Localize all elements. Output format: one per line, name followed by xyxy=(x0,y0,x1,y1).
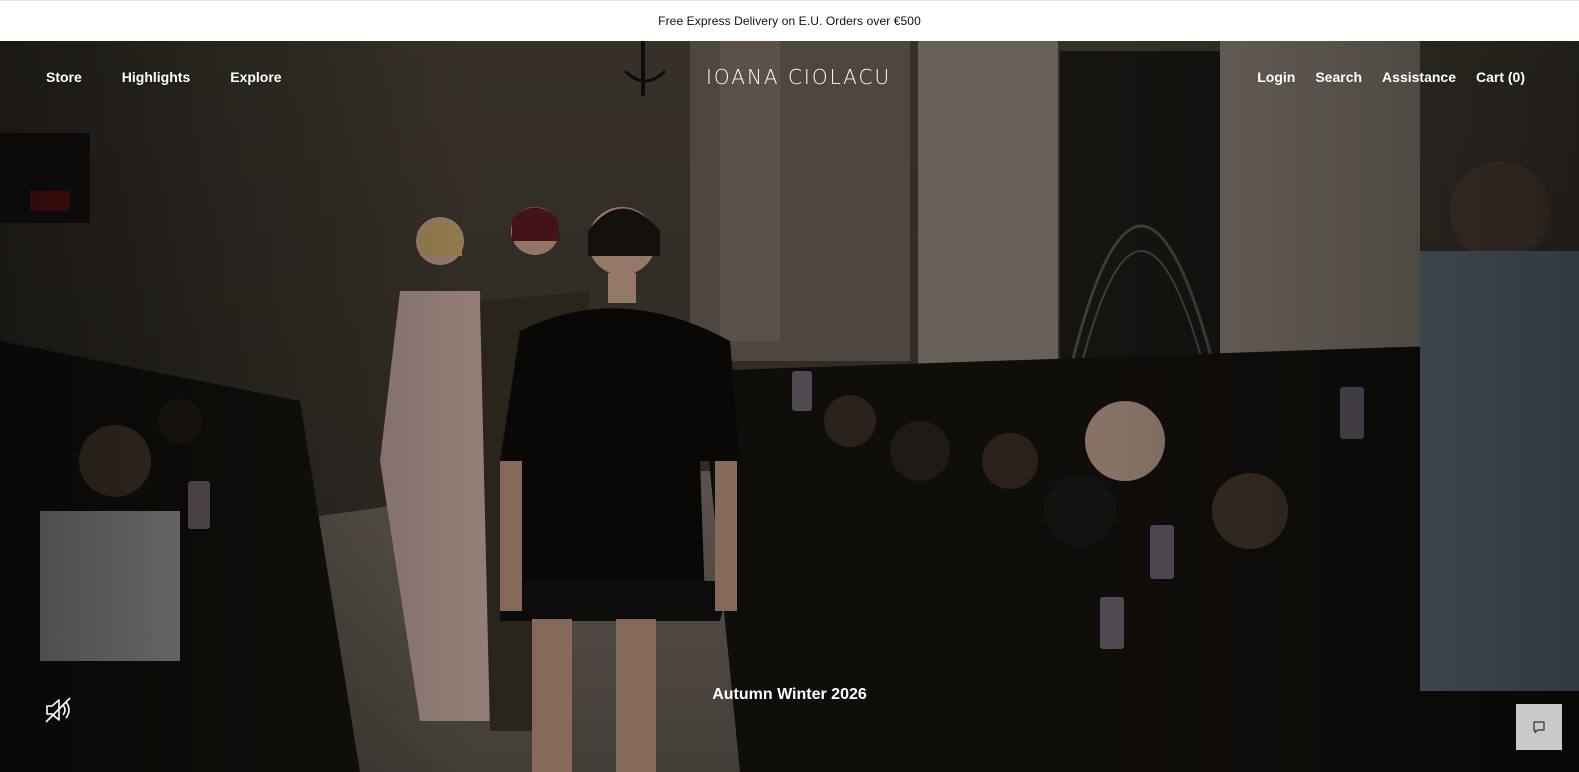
announcement-text: Free Express Delivery on E.U. Orders ove… xyxy=(658,14,921,28)
nav-assistance-link[interactable]: Assistance xyxy=(1382,69,1456,85)
hero-video[interactable]: Store Highlights Explore IOANA CIOLACU L… xyxy=(0,41,1579,772)
page: Free Express Delivery on E.U. Orders ove… xyxy=(0,0,1579,772)
nav-explore-link[interactable]: Explore xyxy=(230,69,281,85)
nav-highlights-link[interactable]: Highlights xyxy=(122,69,190,85)
account-nav: Login Search Assistance Cart (0) xyxy=(1237,69,1525,85)
chat-button[interactable] xyxy=(1516,704,1562,750)
nav-login-link[interactable]: Login xyxy=(1257,69,1295,85)
primary-nav: Store Highlights Explore xyxy=(46,69,322,85)
speaker-muted-icon xyxy=(45,697,71,723)
announcement-bar: Free Express Delivery on E.U. Orders ove… xyxy=(0,0,1579,41)
runway-video-frame xyxy=(0,41,1579,772)
mute-toggle-button[interactable] xyxy=(44,696,74,724)
collection-title[interactable]: Autumn Winter 2026 xyxy=(0,686,1579,704)
chat-bubble-icon xyxy=(1533,721,1545,734)
nav-store-link[interactable]: Store xyxy=(46,69,82,85)
nav-search-link[interactable]: Search xyxy=(1315,69,1362,85)
brand-logo[interactable]: IOANA CIOLACU xyxy=(706,65,891,89)
nav-cart-link[interactable]: Cart (0) xyxy=(1476,69,1525,85)
